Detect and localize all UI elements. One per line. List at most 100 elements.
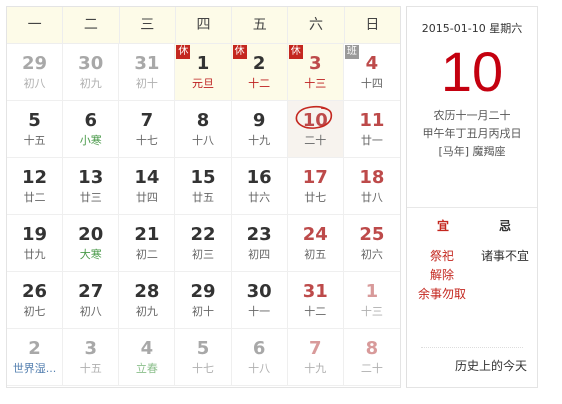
day-number: 11 — [359, 110, 385, 131]
day-number: 30 — [246, 281, 272, 302]
lunar-label: 初七 — [23, 305, 46, 318]
day-cell[interactable]: 24 初五 — [287, 215, 344, 272]
lunar-label: 世界湿... — [12, 362, 57, 375]
day-cell[interactable]: 5 十七 — [175, 329, 232, 386]
day-cell[interactable]: 29 初十 — [175, 272, 232, 329]
day-cell[interactable]: 2 世界湿... — [7, 329, 64, 386]
lunar-label: 小寒 — [79, 134, 102, 147]
lunar-label: 十五 — [23, 134, 46, 147]
day-number: 3 — [84, 338, 97, 359]
day-number: 27 — [78, 281, 104, 302]
day-number: 31 — [134, 53, 160, 74]
day-cell[interactable]: 30 初九 — [63, 44, 120, 101]
day-cell[interactable]: 8 二十 — [343, 329, 400, 386]
lunar-label: 初六 — [360, 248, 383, 261]
lunar-label: 十三 — [360, 305, 383, 318]
yi-column: 宜 — [423, 217, 463, 247]
day-number: 9 — [252, 110, 266, 131]
day-cell[interactable]: 30 十一 — [231, 272, 288, 329]
day-cell[interactable]: 休 2 十二 — [231, 44, 288, 101]
day-number: 20 — [78, 224, 104, 245]
day-cell[interactable]: 9 十九 — [231, 101, 288, 158]
lunar-label: 十九 — [304, 362, 327, 375]
day-number: 25 — [359, 224, 385, 245]
weekday-label: 日 — [365, 17, 380, 33]
day-number: 1 — [365, 281, 379, 302]
day-cell[interactable]: 16 廿六 — [231, 158, 288, 215]
day-cell[interactable]: 6 十八 — [231, 329, 288, 386]
day-number: 21 — [134, 224, 160, 245]
day-cell[interactable]: 13 廿三 — [63, 158, 120, 215]
day-cell[interactable]: 8 十八 — [175, 101, 232, 158]
ji-title: 忌 — [498, 219, 511, 233]
dotted-divider — [421, 347, 523, 348]
day-cell[interactable]: 14 廿四 — [119, 158, 176, 215]
day-cell[interactable]: 28 初九 — [119, 272, 176, 329]
day-number: 6 — [252, 338, 266, 359]
day-cell[interactable]: 1 十三 — [343, 272, 400, 329]
day-number: 19 — [22, 224, 48, 245]
yi-items: 祭祀 解除 余事勿取 — [407, 247, 477, 304]
day-cell[interactable]: 休 1 元旦 — [175, 44, 232, 101]
divider — [407, 207, 537, 208]
lunar-label: 十九 — [248, 134, 271, 147]
day-cell[interactable]: 29 初八 — [7, 44, 64, 101]
day-number: 13 — [78, 167, 104, 188]
zodiac-line: [马年] 魔羯座 — [407, 143, 537, 161]
day-number: 7 — [140, 110, 154, 131]
day-cell[interactable]: 25 初六 — [343, 215, 400, 272]
day-cell[interactable]: 27 初八 — [63, 272, 120, 329]
day-cell[interactable]: 31 初十 — [119, 44, 176, 101]
lunar-label: 十八 — [248, 362, 271, 375]
lunar-label: 初三 — [191, 248, 214, 261]
selected-weekday: 星期六 — [489, 22, 523, 35]
day-cell[interactable]: 休 3 十三 — [287, 44, 344, 101]
day-number: 8 — [196, 110, 210, 131]
lunar-label: 廿四 — [135, 191, 158, 204]
day-cell[interactable]: 15 廿五 — [175, 158, 232, 215]
day-cell[interactable]: 22 初三 — [175, 215, 232, 272]
day-number: 2 — [28, 338, 41, 359]
lunar-label: 初五 — [304, 248, 327, 261]
day-cell[interactable]: 26 初七 — [7, 272, 64, 329]
day-cell[interactable]: 23 初四 — [231, 215, 288, 272]
day-cell[interactable]: 17 廿七 — [287, 158, 344, 215]
history-today-link[interactable]: 历史上的今天 — [455, 357, 527, 374]
day-number: 18 — [359, 167, 385, 188]
lunar-label: 廿一 — [360, 134, 383, 147]
day-cell[interactable]: 18 廿八 — [343, 158, 400, 215]
day-cell[interactable]: 7 十九 — [287, 329, 344, 386]
lunar-label: 十七 — [135, 134, 158, 147]
day-cell[interactable]: 3 十五 — [63, 329, 120, 386]
day-cell[interactable]: 19 廿九 — [7, 215, 64, 272]
lunar-label: 十五 — [79, 362, 102, 375]
weekday-label: 一 — [7, 7, 64, 43]
day-cell[interactable]: 班 4 十四 — [343, 44, 400, 101]
day-cell[interactable]: 31 十二 — [287, 272, 344, 329]
lunar-label: 初九 — [135, 305, 158, 318]
ji-column: 忌 诸事不宜 — [473, 217, 537, 266]
selected-date: 2015-01-10 — [421, 22, 486, 35]
day-cell-today[interactable]: 10 二十 — [287, 101, 344, 158]
lunar-label: 二十 — [304, 134, 327, 147]
lunar-label: 十一 — [248, 305, 271, 318]
lunar-label: 初八 — [23, 77, 46, 90]
day-cell[interactable]: 11 廿一 — [343, 101, 400, 158]
lunar-label: 廿八 — [360, 191, 383, 204]
lunar-label: 二十 — [360, 362, 383, 375]
day-cell[interactable]: 4 立春 — [119, 329, 176, 386]
lunar-label: 廿七 — [304, 191, 327, 204]
day-number: 6 — [84, 110, 97, 131]
day-cell[interactable]: 21 初二 — [119, 215, 176, 272]
day-number: 23 — [246, 224, 272, 245]
day-cell[interactable]: 20 大寒 — [63, 215, 120, 272]
day-cell[interactable]: 12 廿二 — [7, 158, 64, 215]
day-number: 4 — [140, 338, 154, 359]
lunar-label: 十二 — [248, 77, 271, 90]
day-number: 8 — [365, 338, 379, 359]
day-cell[interactable]: 7 十七 — [119, 101, 176, 158]
day-cell[interactable]: 6 小寒 — [63, 101, 120, 158]
lunar-label: 立春 — [135, 362, 158, 375]
weekday-label: 五 — [232, 7, 289, 43]
day-cell[interactable]: 5 十五 — [7, 101, 64, 158]
